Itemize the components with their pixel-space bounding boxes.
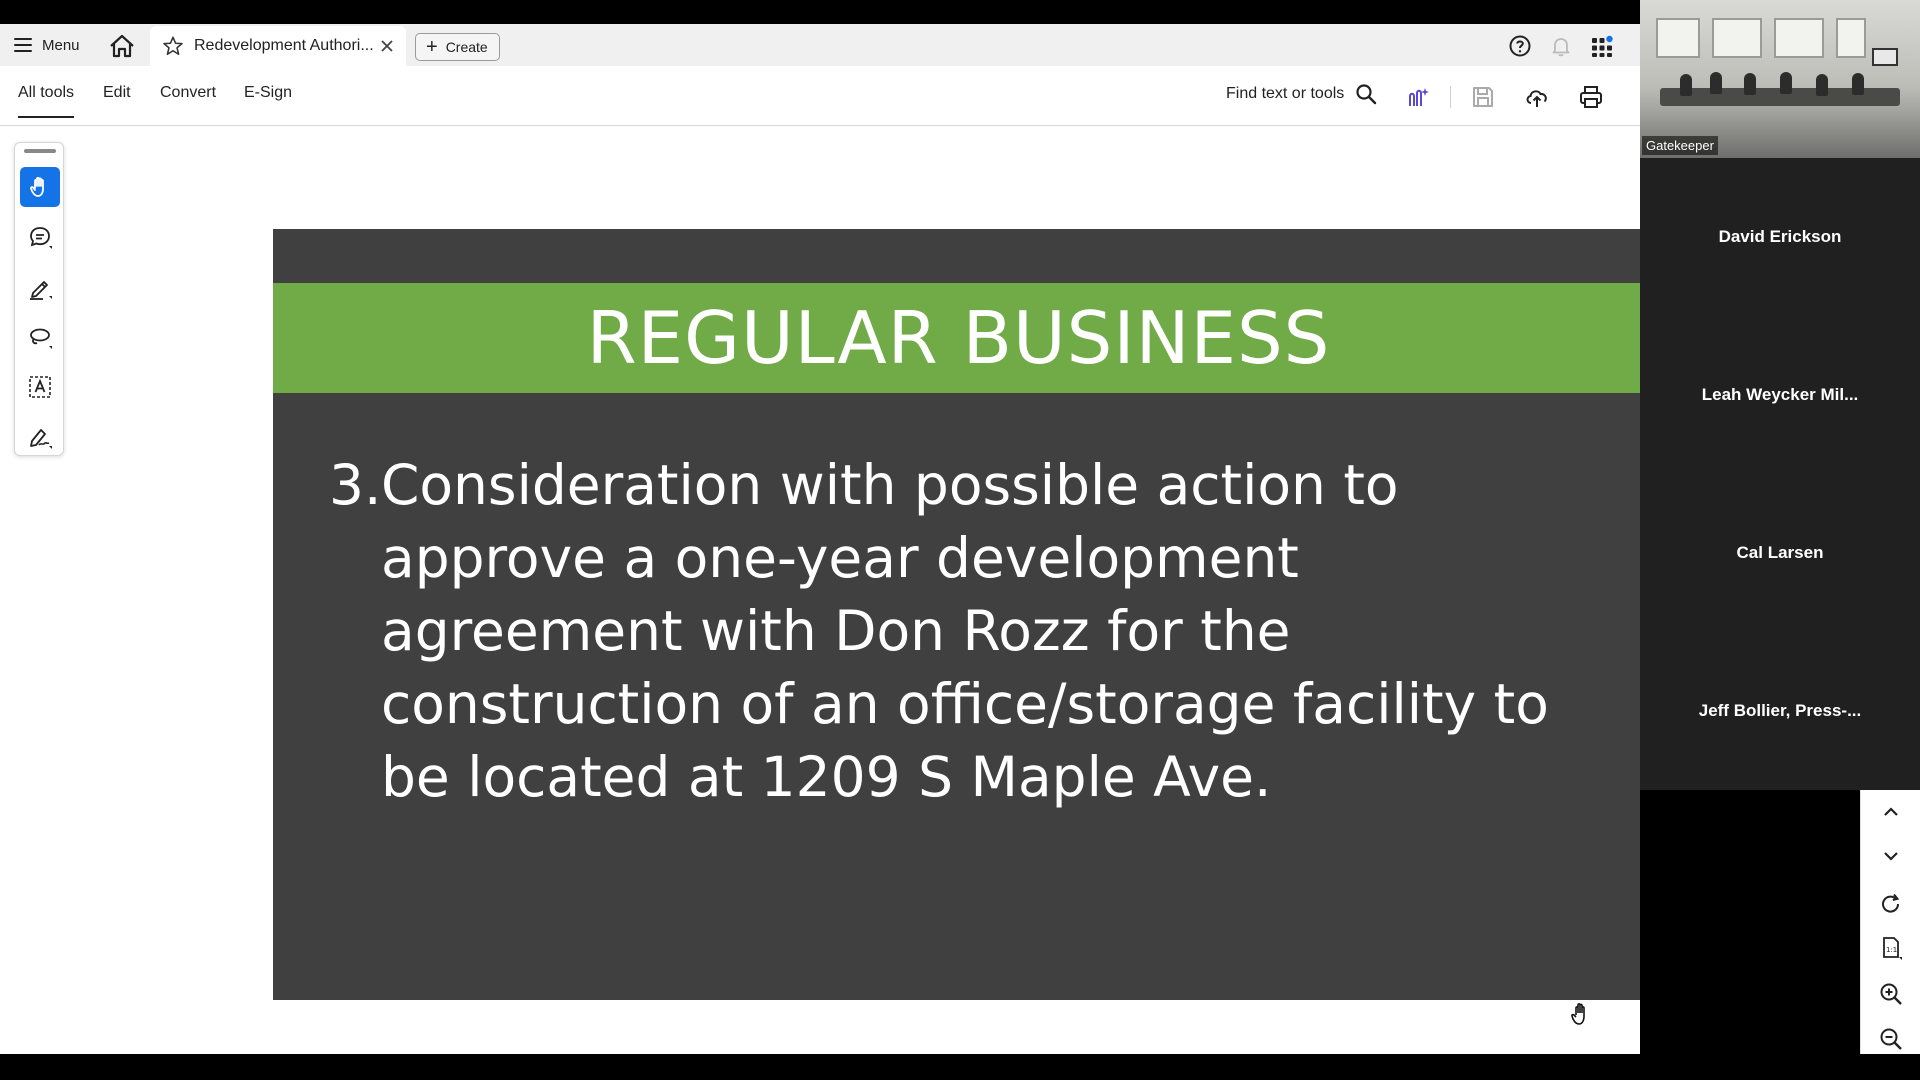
signature-icon bbox=[30, 429, 52, 449]
cloud-upload-icon[interactable] bbox=[1524, 84, 1550, 110]
participant-tile[interactable]: David Erickson bbox=[1640, 227, 1920, 247]
main-toolbar: All tools Edit Convert E-Sign Find text … bbox=[0, 66, 1640, 126]
search-icon bbox=[1356, 84, 1377, 105]
print-icon[interactable] bbox=[1578, 84, 1604, 110]
room-window bbox=[1774, 18, 1824, 58]
text-box-icon bbox=[29, 376, 51, 398]
attendee bbox=[1852, 73, 1864, 95]
hamburger-icon bbox=[14, 38, 32, 52]
participant-tile[interactable]: Jeff Bollier, Press-... bbox=[1640, 701, 1920, 721]
lasso-icon bbox=[30, 328, 52, 349]
drag-handle[interactable] bbox=[24, 149, 56, 153]
acrobat-window: Menu Redevelopment Authori... + Create A… bbox=[0, 24, 1640, 1054]
create-button[interactable]: + Create bbox=[415, 33, 500, 61]
save-icon[interactable] bbox=[1470, 84, 1496, 110]
page-navigation-panel: 1:1 bbox=[1860, 790, 1920, 1054]
create-label: Create bbox=[445, 39, 488, 55]
slide-page: REGULAR BUSINESS 3. Consideration with p… bbox=[273, 229, 1640, 1000]
svg-text:1:1: 1:1 bbox=[1886, 946, 1897, 954]
zoom-in-icon[interactable] bbox=[1877, 980, 1905, 1008]
find-label: Find text or tools bbox=[1226, 85, 1345, 102]
quick-tools-rail bbox=[14, 142, 64, 456]
close-icon[interactable] bbox=[380, 39, 394, 53]
hand-icon bbox=[30, 176, 44, 197]
camera-name-label: Gatekeeper bbox=[1642, 136, 1718, 155]
slide-title: REGULAR BUSINESS bbox=[586, 296, 1331, 380]
highlight-tool-button[interactable] bbox=[20, 267, 60, 307]
home-icon[interactable] bbox=[108, 33, 136, 59]
tab-convert[interactable]: Convert bbox=[160, 84, 216, 102]
camera-video-tile[interactable]: Gatekeeper bbox=[1640, 0, 1920, 158]
zoom-out-icon[interactable] bbox=[1877, 1025, 1905, 1053]
agenda-item: 3. Consideration with possible action to… bbox=[329, 449, 1629, 814]
help-icon[interactable] bbox=[1508, 34, 1532, 58]
document-tab-title: Redevelopment Authori... bbox=[194, 37, 374, 54]
tab-e-sign[interactable]: E-Sign bbox=[244, 84, 292, 102]
pen-icon bbox=[30, 281, 52, 300]
text-box-tool-button[interactable] bbox=[20, 367, 60, 407]
hand-cursor-icon bbox=[1571, 1003, 1585, 1025]
tab-edit[interactable]: Edit bbox=[103, 84, 131, 102]
notification-bell-icon[interactable] bbox=[1549, 34, 1573, 58]
comment-icon bbox=[30, 227, 52, 249]
attendee bbox=[1816, 74, 1828, 96]
fit-page-icon[interactable]: 1:1 bbox=[1877, 935, 1905, 963]
attendee bbox=[1744, 73, 1756, 95]
participant-tile[interactable]: Leah Weycker Mil... bbox=[1640, 385, 1920, 405]
agenda-item-number: 3. bbox=[329, 453, 382, 517]
video-call-panel: Gatekeeper David Erickson Leah Weycker M… bbox=[1640, 0, 1920, 790]
tab-bar: Menu Redevelopment Authori... + Create bbox=[0, 24, 1640, 66]
title-band: REGULAR BUSINESS bbox=[273, 283, 1640, 393]
chevron-up-icon[interactable] bbox=[1877, 798, 1905, 826]
toolbar-divider bbox=[1450, 86, 1451, 108]
sign-tool-button[interactable] bbox=[20, 417, 60, 457]
room-window bbox=[1836, 18, 1866, 58]
agenda-item-text: Consideration with possible action to ap… bbox=[381, 453, 1549, 809]
room-screen bbox=[1872, 48, 1898, 66]
tab-all-tools[interactable]: All tools bbox=[18, 84, 75, 118]
chevron-down-icon[interactable] bbox=[1877, 842, 1905, 870]
attendee bbox=[1710, 72, 1722, 94]
ai-assistant-icon[interactable] bbox=[1406, 84, 1432, 110]
apps-grid-icon[interactable] bbox=[1590, 34, 1614, 58]
room-window bbox=[1712, 18, 1762, 58]
attendee bbox=[1780, 72, 1792, 94]
comment-tool-button[interactable] bbox=[20, 217, 60, 257]
star-icon[interactable] bbox=[162, 35, 184, 57]
participant-tile[interactable]: Cal Larsen bbox=[1640, 543, 1920, 563]
document-tab[interactable]: Redevelopment Authori... bbox=[150, 26, 406, 66]
plus-icon: + bbox=[426, 36, 438, 58]
room-window bbox=[1656, 18, 1700, 58]
find-text-or-tools[interactable]: Find text or tools bbox=[1226, 82, 1378, 106]
menu-label: Menu bbox=[42, 36, 80, 54]
menu-button[interactable]: Menu bbox=[14, 34, 80, 56]
hand-tool-button[interactable] bbox=[20, 167, 60, 207]
attendee bbox=[1680, 74, 1692, 96]
refresh-icon[interactable] bbox=[1877, 890, 1905, 918]
draw-tool-button[interactable] bbox=[20, 317, 60, 357]
